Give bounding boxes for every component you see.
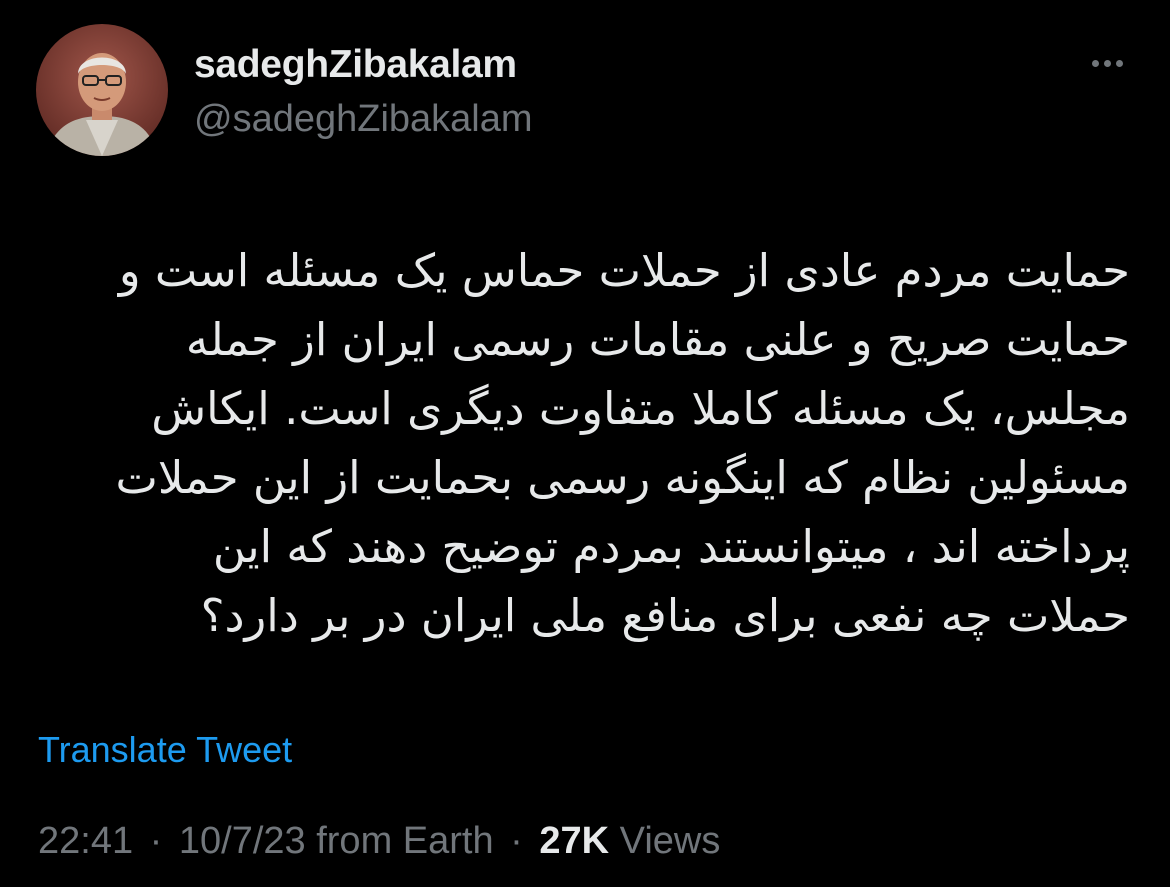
display-name[interactable]: sadeghZibakalam: [194, 42, 517, 88]
views-count[interactable]: 27K: [539, 820, 609, 862]
user-handle[interactable]: @sadeghZibakalam: [194, 96, 533, 142]
more-horizontal-icon: [1115, 59, 1123, 67]
translate-tweet-link[interactable]: Translate Tweet: [38, 728, 292, 772]
tweet-date-source: 10/7/23 from Earth: [178, 820, 494, 862]
more-options-button[interactable]: [1080, 46, 1134, 80]
user-avatar-photo-icon: [36, 24, 168, 156]
tweet-card: sadeghZibakalam @sadeghZibakalam حمایت م…: [0, 0, 1170, 887]
separator: ·: [510, 820, 523, 862]
separator: ·: [149, 820, 163, 862]
tweet-metadata: 22:41 · 10/7/23 from Earth · 27K Views: [38, 818, 720, 864]
views-label: Views: [619, 820, 721, 862]
tweet-text: حمایت مردم عادی از حملات حماس یک مسئله ا…: [115, 244, 1131, 642]
avatar[interactable]: [36, 24, 168, 156]
more-horizontal-icon: [1103, 59, 1111, 67]
tweet-time[interactable]: 22:41: [38, 820, 133, 862]
more-horizontal-icon: [1091, 59, 1099, 67]
